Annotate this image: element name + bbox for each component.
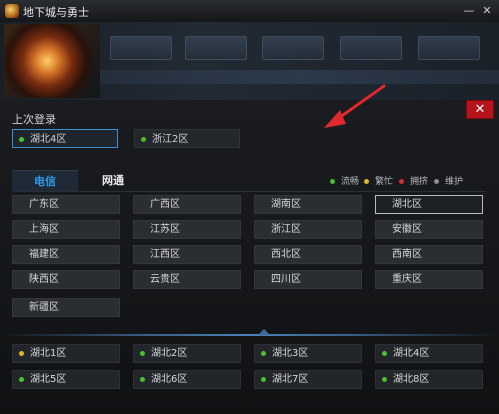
divider-notch-icon: [258, 329, 270, 335]
server-select-panel: ✕ 上次登录 湖北4区 浙江2区 电信 网通 流畅 繁忙 拥挤 维护 广东区 广…: [0, 100, 499, 414]
server-button[interactable]: 陕西区: [12, 270, 120, 289]
subserver-button[interactable]: 湖北3区: [254, 344, 362, 363]
banner-button-3[interactable]: [262, 36, 324, 60]
legend-item: 流畅: [330, 174, 359, 187]
status-dot: [19, 136, 24, 142]
subserver-button[interactable]: 湖北5区: [12, 370, 120, 389]
server-button[interactable]: 江西区: [133, 245, 241, 264]
server-button[interactable]: 四川区: [254, 270, 362, 289]
server-button[interactable]: 上海区: [12, 220, 120, 239]
legend-dot: [364, 179, 369, 184]
server-button[interactable]: 安徽区: [375, 220, 483, 239]
status-dot: [141, 136, 146, 142]
legend-dot: [330, 179, 335, 184]
server-button[interactable]: 江苏区: [133, 220, 241, 239]
banner-button-5[interactable]: [418, 36, 480, 60]
server-button[interactable]: 新疆区: [12, 298, 120, 317]
status-dot: [382, 376, 387, 382]
legend-item: 维护: [434, 174, 463, 187]
status-dot: [382, 350, 387, 356]
window-title: 地下城与勇士: [23, 6, 89, 19]
server-button[interactable]: 福建区: [12, 245, 120, 264]
legend-item: 拥挤: [399, 174, 428, 187]
title-bar: 地下城与勇士 — ✕: [0, 0, 499, 23]
tab-telecom[interactable]: 电信: [12, 170, 78, 192]
server-button[interactable]: 西南区: [375, 245, 483, 264]
subserver-button[interactable]: 湖北7区: [254, 370, 362, 389]
status-dot: [19, 350, 24, 356]
recent-server-2[interactable]: 浙江2区: [134, 129, 240, 148]
banner-button-4[interactable]: [340, 36, 402, 60]
recent-server-label: 浙江2区: [152, 134, 189, 145]
legend-dot: [434, 179, 439, 184]
minimize-icon[interactable]: —: [461, 3, 477, 18]
server-button[interactable]: 广西区: [133, 195, 241, 214]
panel-close-button[interactable]: ✕: [466, 100, 494, 119]
banner-art-image: [4, 24, 100, 98]
subserver-button[interactable]: 湖北1区: [12, 344, 120, 363]
server-button[interactable]: 湖南区: [254, 195, 362, 214]
status-dot: [140, 376, 145, 382]
app-icon: [5, 4, 19, 18]
server-button[interactable]: 云贵区: [133, 270, 241, 289]
banner-button-2[interactable]: [185, 36, 247, 60]
subserver-button[interactable]: 湖北2区: [133, 344, 241, 363]
recent-server-label: 湖北4区: [30, 134, 67, 145]
subserver-button[interactable]: 湖北8区: [375, 370, 483, 389]
recent-login-title: 上次登录: [12, 113, 56, 126]
server-button-selected[interactable]: 湖北区: [375, 195, 483, 214]
server-button[interactable]: 浙江区: [254, 220, 362, 239]
close-icon[interactable]: ✕: [479, 3, 495, 18]
legend-item: 繁忙: [364, 174, 393, 187]
annotation-arrow-icon: [324, 84, 386, 128]
subserver-button[interactable]: 湖北6区: [133, 370, 241, 389]
status-dot: [261, 350, 266, 356]
banner: [0, 22, 499, 100]
subserver-button[interactable]: 湖北4区: [375, 344, 483, 363]
banner-strip: [100, 70, 499, 84]
divider: [0, 334, 499, 336]
tab-underline: [12, 191, 486, 192]
server-button[interactable]: 重庆区: [375, 270, 483, 289]
status-dot: [261, 376, 266, 382]
tab-netcom[interactable]: 网通: [80, 170, 146, 191]
status-dot: [140, 350, 145, 356]
server-button[interactable]: 西北区: [254, 245, 362, 264]
recent-server-1[interactable]: 湖北4区: [12, 129, 118, 148]
arrow-head: [324, 110, 346, 128]
server-button[interactable]: 广东区: [12, 195, 120, 214]
status-dot: [19, 376, 24, 382]
legend-dot: [399, 179, 404, 184]
arrow-shaft: [334, 84, 386, 122]
banner-button-1[interactable]: [110, 36, 172, 60]
